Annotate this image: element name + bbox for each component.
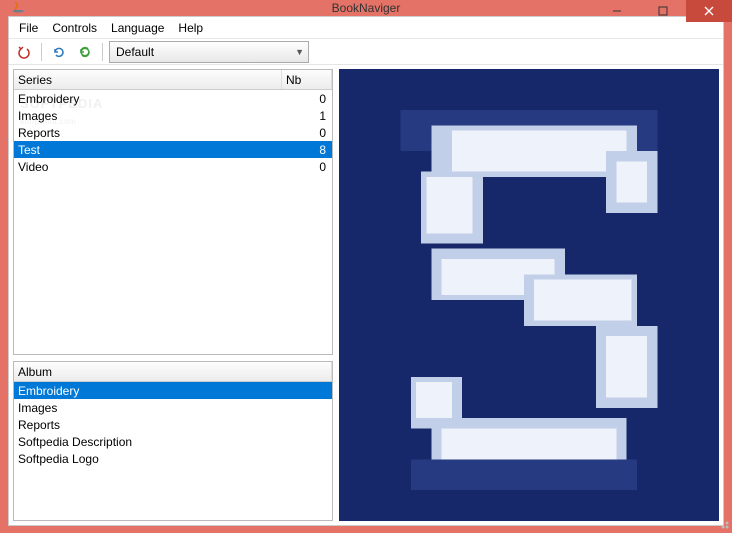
- series-nb-cell: 0: [282, 92, 332, 106]
- series-name-cell: Test: [14, 143, 282, 157]
- series-table-header: Series Nb: [14, 70, 332, 90]
- list-item[interactable]: Softpedia Logo: [14, 450, 332, 467]
- album-table-body[interactable]: EmbroideryImagesReportsSoftpedia Descrip…: [14, 382, 332, 520]
- library-selected-label: Default: [116, 45, 154, 59]
- resize-grip[interactable]: [718, 518, 730, 530]
- table-row[interactable]: Video0: [14, 158, 332, 175]
- toolbar-separator: [41, 43, 42, 61]
- series-nb-cell: 0: [282, 126, 332, 140]
- refresh-all-button[interactable]: [74, 42, 96, 62]
- library-dropdown[interactable]: Default ▼: [109, 41, 309, 63]
- album-header-album[interactable]: Album: [14, 362, 332, 381]
- series-nb-cell: 1: [282, 109, 332, 123]
- series-table: Series Nb SOFTPEDIAsoftpedia.com Embroid…: [13, 69, 333, 355]
- menu-language[interactable]: Language: [105, 19, 170, 37]
- content-area: Series Nb SOFTPEDIAsoftpedia.com Embroid…: [9, 65, 723, 525]
- undo-button[interactable]: [13, 42, 35, 62]
- list-item[interactable]: Reports: [14, 416, 332, 433]
- series-table-body: SOFTPEDIAsoftpedia.com Embroidery0Images…: [14, 90, 332, 354]
- titlebar[interactable]: BookNaviger: [0, 0, 732, 16]
- chevron-down-icon: ▼: [295, 47, 304, 57]
- java-icon: [10, 0, 26, 16]
- series-nb-cell: 8: [282, 143, 332, 157]
- minimize-button[interactable]: [594, 0, 640, 22]
- table-row[interactable]: Embroidery0: [14, 90, 332, 107]
- menu-controls[interactable]: Controls: [46, 19, 103, 37]
- list-item[interactable]: Softpedia Description: [14, 433, 332, 450]
- series-header-series[interactable]: Series: [14, 70, 282, 89]
- window-controls: [594, 0, 732, 22]
- series-name-cell: Embroidery: [14, 92, 282, 106]
- refresh-button[interactable]: [48, 42, 70, 62]
- maximize-button[interactable]: [640, 0, 686, 22]
- series-nb-cell: 0: [282, 160, 332, 174]
- menu-help[interactable]: Help: [172, 19, 209, 37]
- table-row[interactable]: Reports0: [14, 124, 332, 141]
- list-item[interactable]: Images: [14, 399, 332, 416]
- series-name-cell: Video: [14, 160, 282, 174]
- close-button[interactable]: [686, 0, 732, 22]
- toolbar-separator: [102, 43, 103, 61]
- preview-image: [339, 69, 719, 521]
- client-area: File Controls Language Help Default ▼: [8, 16, 724, 526]
- table-row[interactable]: Test8: [14, 141, 332, 158]
- toolbar: Default ▼: [9, 39, 723, 65]
- list-item[interactable]: Embroidery: [14, 382, 332, 399]
- album-table: Album EmbroideryImagesReportsSoftpedia D…: [13, 361, 333, 521]
- preview-pane: [339, 69, 719, 521]
- album-table-header: Album: [14, 362, 332, 382]
- series-name-cell: Images: [14, 109, 282, 123]
- left-panel: Series Nb SOFTPEDIAsoftpedia.com Embroid…: [13, 69, 333, 521]
- table-row[interactable]: Images1: [14, 107, 332, 124]
- app-window: BookNaviger File Controls Language Help: [0, 0, 732, 532]
- series-header-nb[interactable]: Nb: [282, 70, 332, 89]
- window-title: BookNaviger: [332, 1, 401, 15]
- menu-file[interactable]: File: [13, 19, 44, 37]
- series-name-cell: Reports: [14, 126, 282, 140]
